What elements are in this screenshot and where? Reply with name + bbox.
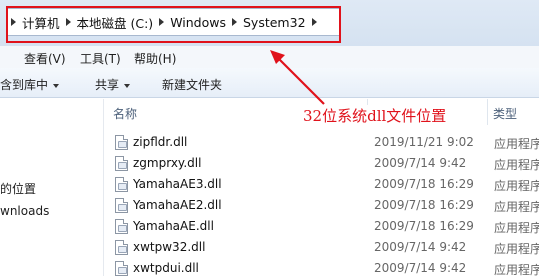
file-row[interactable]: YamahaAE2.dll 2009/7/18 16:29 应用程序 <box>105 195 539 216</box>
column-header-type[interactable]: 类型 <box>493 99 517 125</box>
dll-file-icon <box>115 261 128 276</box>
new-folder-button[interactable]: 新建文件夹 <box>162 76 222 93</box>
file-row[interactable]: xwtpdui.dll 2009/7/14 9:42 应用程序 <box>105 258 539 276</box>
menu-view[interactable]: 查看(V) <box>24 50 66 67</box>
file-date: 2009/7/18 16:29 <box>374 177 474 191</box>
file-name: zgmprxy.dll <box>133 156 202 170</box>
chevron-right-icon[interactable] <box>159 18 165 26</box>
include-in-library-label: 包含到库中 <box>0 78 49 92</box>
file-type: 应用程序 <box>494 263 539 276</box>
file-name: xwtpw32.dll <box>133 240 206 254</box>
file-date: 2009/7/18 16:29 <box>374 219 474 233</box>
nav-item-downloads[interactable]: wnloads <box>0 204 49 218</box>
file-row[interactable]: zipfldr.dll 2019/11/21 9:02 应用程序 <box>105 132 539 153</box>
dropdown-caret-icon <box>124 83 131 88</box>
file-name: YamahaAE3.dll <box>133 177 222 191</box>
file-name: YamahaAE.dll <box>133 219 214 233</box>
toolbar: 包含到库中 共享 新建文件夹 <box>0 68 539 98</box>
file-type: 应用程序 <box>494 221 539 235</box>
file-date: 2009/7/14 9:42 <box>374 240 467 254</box>
file-name: xwtpdui.dll <box>133 261 199 275</box>
dll-file-icon <box>115 156 128 171</box>
file-date: 2009/7/14 9:42 <box>374 261 467 275</box>
file-row[interactable]: zgmprxy.dll 2009/7/14 9:42 应用程序 <box>105 153 539 174</box>
breadcrumb-computer[interactable]: 计算机 <box>22 13 60 32</box>
menu-help[interactable]: 帮助(H) <box>134 50 176 67</box>
file-name: YamahaAE2.dll <box>133 198 222 212</box>
file-date: 2019/11/21 9:02 <box>374 135 474 149</box>
dll-file-icon <box>115 198 128 213</box>
navigation-pane: 的位置 wnloads <box>0 99 104 276</box>
address-bar[interactable]: 计算机 本地磁盘 (C:) Windows System32 <box>6 8 340 36</box>
breadcrumb-local-disk[interactable]: 本地磁盘 (C:) <box>77 13 154 32</box>
chevron-right-icon[interactable] <box>11 18 16 26</box>
dll-file-icon <box>115 177 128 192</box>
file-type: 应用程序 <box>494 242 539 256</box>
file-type: 应用程序 <box>494 158 539 172</box>
file-type: 应用程序 <box>494 137 539 151</box>
menu-tools[interactable]: 工具(T) <box>80 50 121 67</box>
chevron-right-icon[interactable] <box>232 18 237 26</box>
file-type: 应用程序 <box>494 200 539 214</box>
file-date: 2009/7/14 9:42 <box>374 156 467 170</box>
file-type: 应用程序 <box>494 179 539 193</box>
dropdown-caret-icon <box>53 83 60 88</box>
address-bar-region: 计算机 本地磁盘 (C:) Windows System32 <box>0 0 539 46</box>
breadcrumb-system32[interactable]: System32 <box>243 15 306 30</box>
dll-file-icon <box>115 240 128 255</box>
nav-item-recent-places[interactable]: 的位置 <box>0 180 36 197</box>
include-in-library-button[interactable]: 包含到库中 <box>0 76 60 93</box>
file-name: zipfldr.dll <box>133 135 188 149</box>
dll-file-icon <box>115 135 128 150</box>
column-divider[interactable] <box>487 99 488 125</box>
share-label: 共享 <box>95 78 120 92</box>
column-header-name[interactable]: 名称 <box>113 99 137 125</box>
chevron-right-icon[interactable] <box>65 18 71 26</box>
file-row[interactable]: YamahaAE3.dll 2009/7/18 16:29 应用程序 <box>105 174 539 195</box>
share-button[interactable]: 共享 <box>95 76 131 93</box>
chevron-right-icon[interactable] <box>311 18 317 26</box>
breadcrumb-windows[interactable]: Windows <box>170 15 226 30</box>
file-date: 2009/7/18 16:29 <box>374 198 474 212</box>
dll-file-icon <box>115 219 128 234</box>
menu-bar: 查看(V) 工具(T) 帮助(H) <box>0 46 539 68</box>
annotation-label: 32位系统dll文件位置 <box>300 105 450 126</box>
file-row[interactable]: xwtpw32.dll 2009/7/14 9:42 应用程序 <box>105 237 539 258</box>
file-row[interactable]: YamahaAE.dll 2009/7/18 16:29 应用程序 <box>105 216 539 237</box>
